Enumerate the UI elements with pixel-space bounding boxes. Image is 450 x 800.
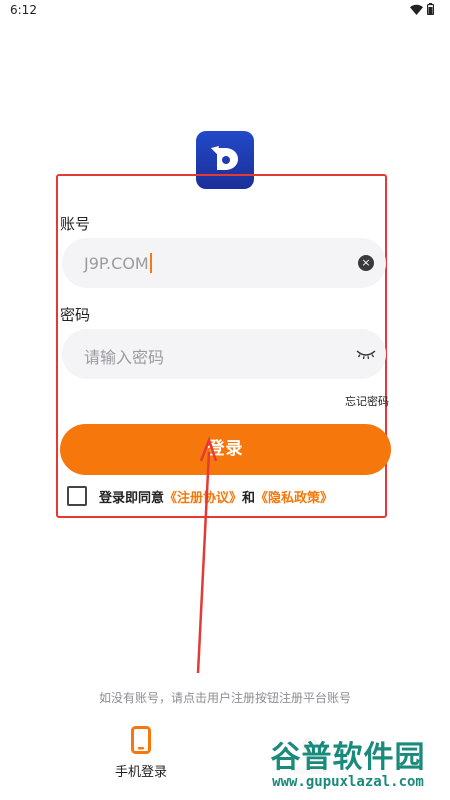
register-hint: 如没有账号，请点击用户注册按钮注册平台账号 (98, 691, 351, 705)
watermark-title: 谷普软件园 (270, 740, 426, 775)
agreement-row: 登录即同意 《注册协议》 和 《隐私政策》 (67, 486, 333, 506)
account-label: 账号 (60, 215, 91, 233)
battery-icon (427, 3, 434, 15)
status-icons (410, 3, 434, 15)
privacy-link[interactable]: 《隐私政策》 (255, 487, 333, 506)
app-logo (196, 131, 254, 189)
clear-icon[interactable]: × (358, 255, 374, 271)
wifi-icon (410, 4, 423, 15)
agreement-and: 和 (242, 490, 256, 506)
password-label: 密码 (60, 306, 91, 324)
account-input-value: J9P.COM (84, 253, 152, 273)
eye-closed-icon[interactable] (356, 348, 376, 360)
logo-mark-icon (211, 146, 238, 170)
watermark-url: www.gupuxlazal.com (272, 774, 424, 790)
terms-link[interactable]: 《注册协议》 (164, 487, 242, 506)
agreement-checkbox[interactable] (67, 486, 87, 506)
agreement-text: 登录即同意 (99, 490, 165, 506)
password-input[interactable]: 请输入密码 (62, 329, 386, 379)
text-caret (149, 253, 152, 273)
account-input[interactable]: J9P.COM × (62, 238, 386, 288)
phone-login-label: 手机登录 (114, 765, 167, 780)
phone-login-option[interactable]: 手机登录 (110, 726, 172, 780)
phone-icon (131, 726, 151, 754)
password-placeholder: 请输入密码 (84, 348, 165, 367)
forgot-password-link[interactable]: 忘记密码 (345, 393, 389, 409)
status-time: 6:12 (10, 3, 37, 17)
status-bar: 6:12 (0, 0, 450, 22)
login-button[interactable]: 登录 (60, 424, 391, 475)
site-watermark: 谷普软件园 www.gupuxlazal.com (246, 728, 450, 800)
